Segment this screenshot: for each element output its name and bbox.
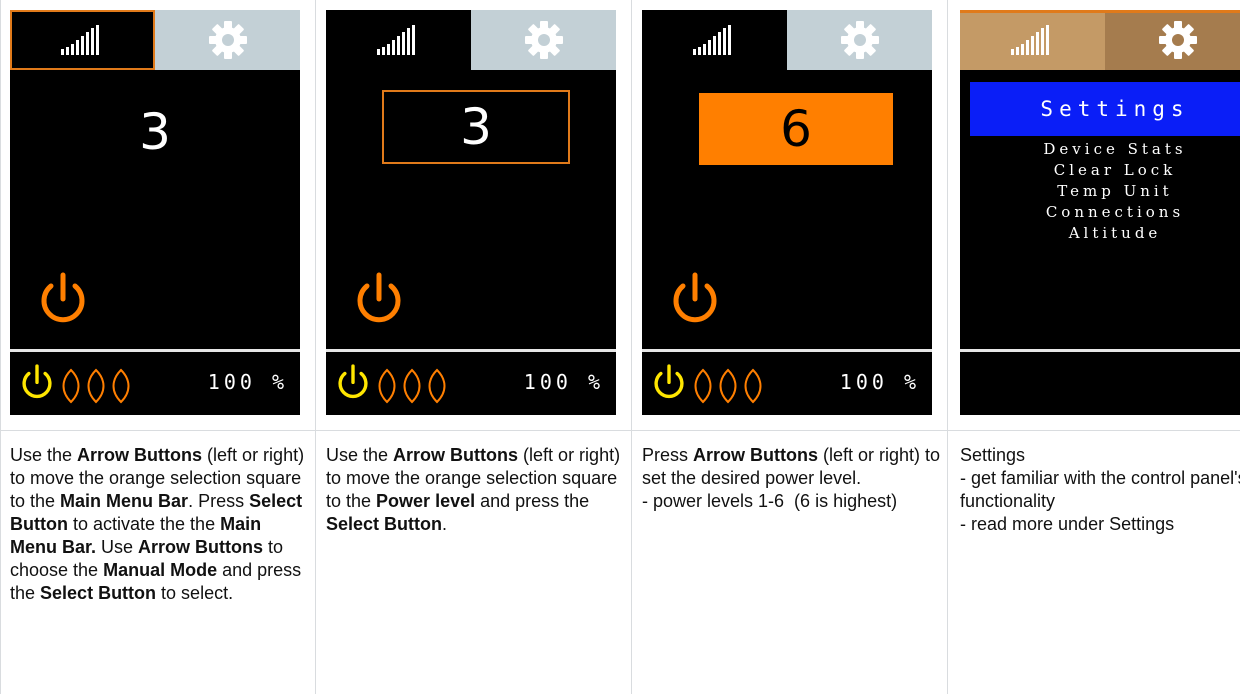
device-screen-2: 3 100 % xyxy=(326,10,616,415)
menu-item-clear-lock[interactable]: Clear Lock xyxy=(970,160,1240,181)
power-level-value: 6 xyxy=(780,100,812,158)
battery-percent: 100 % xyxy=(523,370,604,394)
caption-2: Use the Arrow Buttons (left or right) to… xyxy=(326,445,621,534)
tab-settings[interactable] xyxy=(155,10,300,70)
power-level-value: 3 xyxy=(460,98,492,156)
flame-icon xyxy=(374,368,454,404)
signal-bars-icon xyxy=(61,25,105,55)
power-status-icon xyxy=(20,364,54,402)
tab-settings[interactable] xyxy=(787,10,932,70)
table-divider xyxy=(315,0,316,694)
power-status-icon xyxy=(336,364,370,402)
caption-3: Press Arrow Buttons (left or right) to s… xyxy=(642,445,941,511)
battery-percent: 100 % xyxy=(207,370,288,394)
table-border-left xyxy=(0,0,1,694)
device-screen-4: Device Info Device Stats Clear Lock Temp… xyxy=(960,10,1240,415)
settings-menu-title[interactable]: Settings xyxy=(970,82,1240,136)
power-icon[interactable] xyxy=(354,272,404,328)
status-bar xyxy=(960,352,1240,415)
signal-bars-icon xyxy=(377,25,421,55)
device-screen-1: 3 100 % xyxy=(10,10,300,415)
main-menu-bar[interactable] xyxy=(326,10,616,70)
device-screen-3: 6 100 % xyxy=(642,10,932,415)
menu-item-connections[interactable]: Connections xyxy=(970,202,1240,223)
table-divider xyxy=(947,0,948,694)
power-icon[interactable] xyxy=(670,272,720,328)
tab-settings[interactable] xyxy=(1105,10,1240,70)
status-bar: 100 % xyxy=(642,352,932,415)
caption-4: Settings - get familiar with the control … xyxy=(960,445,1240,534)
gear-icon xyxy=(840,20,880,60)
tab-settings[interactable] xyxy=(471,10,616,70)
signal-bars-icon xyxy=(693,25,737,55)
power-level-selector[interactable]: 6 xyxy=(699,93,893,165)
selection-border xyxy=(960,10,1240,13)
tab-power-level[interactable] xyxy=(326,10,471,70)
settings-menu: Device Info Device Stats Clear Lock Temp… xyxy=(970,130,1240,244)
menu-item-temp-unit[interactable]: Temp Unit xyxy=(970,181,1240,202)
gear-icon xyxy=(208,20,248,60)
menu-item-device-stats[interactable]: Device Stats xyxy=(970,139,1240,160)
gear-icon xyxy=(1158,20,1198,60)
tab-power-level[interactable] xyxy=(10,10,155,70)
gear-icon xyxy=(524,20,564,60)
power-icon[interactable] xyxy=(38,272,88,328)
main-menu-bar[interactable] xyxy=(642,10,932,70)
tab-power-level[interactable] xyxy=(960,10,1105,70)
table-row-divider xyxy=(0,430,1240,431)
battery-percent: 100 % xyxy=(839,370,920,394)
status-bar: 100 % xyxy=(10,352,300,415)
power-level-value: 3 xyxy=(139,103,171,161)
power-level-selector[interactable]: 3 xyxy=(382,90,570,164)
menu-item-altitude[interactable]: Altitude xyxy=(970,223,1240,244)
caption-1: Use the Arrow Buttons (left or right) to… xyxy=(10,445,305,603)
flame-icon xyxy=(690,368,770,404)
power-status-icon xyxy=(652,364,686,402)
main-menu-bar[interactable] xyxy=(960,10,1240,70)
table-divider xyxy=(631,0,632,694)
flame-icon xyxy=(58,368,138,404)
main-menu-bar[interactable] xyxy=(10,10,300,70)
signal-bars-icon xyxy=(1011,25,1055,55)
tab-power-level[interactable] xyxy=(642,10,787,70)
status-bar: 100 % xyxy=(326,352,616,415)
